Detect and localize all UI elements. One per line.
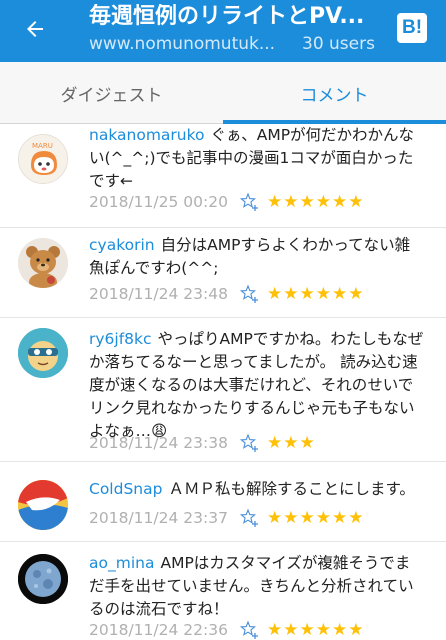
avatar-image (18, 554, 68, 604)
comment-item: MARU nakanomaruko ぐぁ、AMPが何だかわかんない(^_^;)でも… (0, 124, 446, 228)
subtitle: www.nomunomutuk... 30 users (89, 33, 389, 55)
comment-body: ao_mina AMPはカスタマイズが複雑そうでまだ手を出せていません。きちんと分… (89, 552, 425, 621)
avatar[interactable]: MARU (18, 134, 68, 184)
comment-body: ry6jf8kc やっぱりAMPですかね。わたしもなぜか落ちてるなーと思ってました… (89, 328, 425, 443)
avatar-image (18, 480, 68, 530)
avatar[interactable] (18, 238, 68, 288)
star-rating[interactable]: ★★★★★★ (267, 506, 364, 530)
avatar-image (18, 238, 68, 288)
app-bar: 毎週恒例のリライトとPV... www.nomunomutuk... 30 us… (0, 0, 446, 62)
page-title: 毎週恒例のリライトとPV... (89, 4, 365, 29)
tab-digest[interactable]: ダイジェスト (0, 62, 223, 124)
add-star-icon[interactable] (240, 192, 260, 212)
comment-meta: 2018/11/24 23:48 ★★★★★★ (89, 282, 429, 306)
comment-item: ry6jf8kc やっぱりAMPですかね。わたしもなぜか落ちてるなーと思ってました… (0, 318, 446, 462)
avatar-image: MARU (19, 135, 67, 183)
comment-date: 2018/11/24 23:37 (89, 509, 228, 527)
add-star-icon[interactable] (240, 284, 260, 304)
comment-user[interactable]: nakanomaruko (89, 126, 205, 144)
add-star-icon[interactable] (240, 433, 260, 453)
comment-body: cyakorin 自分はAMPすらよくわかってない雑魚ぽんですわ(^^; (89, 234, 425, 280)
comment-user[interactable]: ColdSnap (89, 480, 162, 498)
tab-bar: ダイジェスト コメント (0, 62, 446, 124)
add-star-icon[interactable] (240, 620, 260, 640)
star-rating[interactable]: ★★★★★★ (267, 618, 364, 640)
back-button[interactable] (20, 14, 50, 44)
comment-body: ColdSnap ＡＭＰ私も解除することにします。 (89, 478, 425, 501)
star-rating[interactable]: ★★★★★★ (267, 282, 364, 306)
hatena-bookmark-button[interactable]: B! (397, 13, 427, 43)
comment-body: nakanomaruko ぐぁ、AMPが何だかわかんない(^_^;)でも記事中の漫… (89, 124, 425, 193)
star-rating[interactable]: ★★★★★★ (267, 190, 364, 214)
add-star-icon[interactable] (240, 508, 260, 528)
star-rating[interactable]: ★★★ (267, 431, 316, 455)
avatar[interactable] (18, 480, 68, 530)
comment-date: 2018/11/24 22:36 (89, 621, 228, 639)
comment-meta: 2018/11/24 22:36 ★★★★★★ (89, 618, 429, 640)
comment-item: ColdSnap ＡＭＰ私も解除することにします。 2018/11/24 23:3… (0, 462, 446, 542)
comment-user[interactable]: ao_mina (89, 554, 154, 572)
comment-user[interactable]: ry6jf8kc (89, 330, 152, 348)
comment-date: 2018/11/24 23:38 (89, 434, 228, 452)
comment-date: 2018/11/25 00:20 (89, 193, 228, 211)
page-url[interactable]: www.nomunomutuk... (89, 33, 281, 55)
comment-item: ao_mina AMPはカスタマイズが複雑そうでまだ手を出せていません。きちんと分… (0, 542, 446, 640)
comment-meta: 2018/11/24 23:38 ★★★ (89, 431, 429, 455)
comment-date: 2018/11/24 23:48 (89, 285, 228, 303)
comment-meta: 2018/11/24 23:37 ★★★★★★ (89, 506, 429, 530)
tab-comment[interactable]: コメント (223, 62, 446, 124)
arrow-left-icon (27, 21, 43, 37)
avatar-image (18, 328, 68, 378)
avatar[interactable] (18, 554, 68, 604)
comment-item: cyakorin 自分はAMPすらよくわかってない雑魚ぽんですわ(^^; 2018… (0, 228, 446, 318)
comment-user[interactable]: cyakorin (89, 236, 155, 254)
svg-text:MARU: MARU (32, 142, 53, 150)
comment-text: ＡＭＰ私も解除することにします。 (168, 480, 415, 498)
avatar[interactable] (18, 328, 68, 378)
users-count[interactable]: 30 users (302, 33, 375, 55)
comment-meta: 2018/11/25 00:20 ★★★★★★ (89, 190, 429, 214)
